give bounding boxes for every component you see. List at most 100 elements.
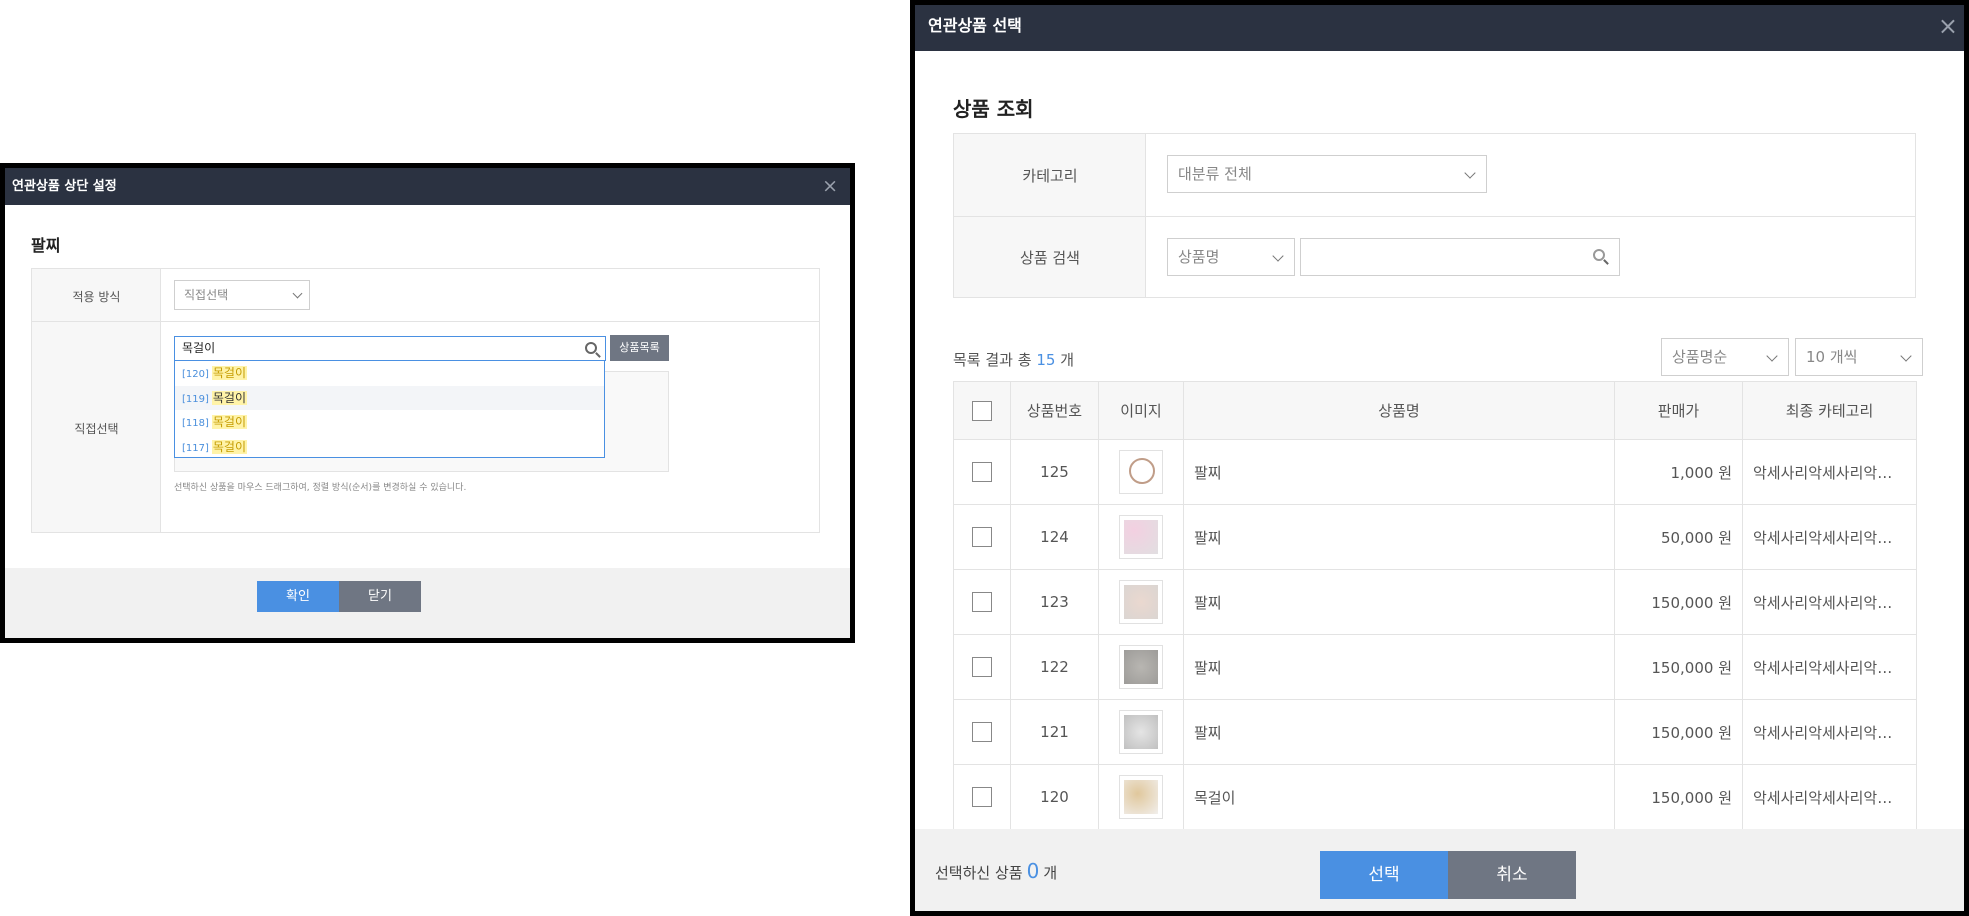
dialog-header: 연관상품 상단 설정 × — [5, 168, 850, 205]
category-value: 대분류 전체 — [1178, 165, 1252, 183]
sort-select[interactable]: 상품명순 — [1661, 338, 1789, 376]
product-search-label: 상품 검색 — [1020, 249, 1080, 267]
suggestion-label: 목걸이 — [211, 439, 248, 454]
column-header: 이미지 — [1098, 381, 1184, 440]
product-name: 목걸이 — [1183, 764, 1615, 830]
apply-method-select[interactable]: 직접선택 — [174, 280, 310, 310]
table-row[interactable]: 125 팔찌 1,000 원 악세사리악세사리악… — [953, 439, 1917, 505]
suggestion-item[interactable]: [120] 목걸이 — [175, 361, 604, 386]
product-image-cell — [1098, 634, 1184, 700]
row-checkbox[interactable] — [972, 462, 992, 482]
row-checkbox-cell — [953, 569, 1011, 635]
settings-table: 적용 방식 직접선택 직접선택 목걸이 상품목록 [120] 목걸이 [119] 목… — [31, 268, 820, 533]
product-thumbnail — [1119, 645, 1163, 689]
product-name: 팔찌 — [1183, 569, 1615, 635]
result-count: 목록 결과 총 15 개 — [953, 349, 1074, 370]
column-header: 판매가 — [1614, 381, 1743, 440]
suggestion-label: 목걸이 — [211, 390, 248, 405]
dialog-body: 상품 조회 카테고리 상품 검색 대분류 전체 상품명 목록 결과 총 15 개 — [915, 51, 1964, 830]
chevron-down-icon — [1900, 350, 1912, 362]
table-row[interactable]: 121 팔찌 150,000 원 악세사리악세사리악… — [953, 699, 1917, 765]
product-price: 150,000 원 — [1614, 764, 1743, 830]
necklace-image — [1124, 780, 1158, 814]
per-page-select[interactable]: 10 개씩 — [1795, 338, 1923, 376]
category-select[interactable]: 대분류 전체 — [1167, 155, 1487, 193]
selected-prefix: 선택하신 상품 — [935, 864, 1023, 882]
product-thumbnail — [1119, 580, 1163, 624]
chevron-down-icon — [1766, 350, 1778, 362]
close-button[interactable]: 닫기 — [339, 581, 421, 612]
table-row[interactable]: 124 팔찌 50,000 원 악세사리악세사리악… — [953, 504, 1917, 570]
row-checkbox[interactable] — [972, 592, 992, 612]
product-image-cell — [1098, 764, 1184, 830]
product-search-input[interactable] — [1300, 238, 1620, 276]
suggestion-item[interactable]: [118] 목걸이 — [175, 410, 604, 435]
row-checkbox[interactable] — [972, 527, 992, 547]
product-thumbnail — [1119, 710, 1163, 754]
product-price: 150,000 원 — [1614, 634, 1743, 700]
product-table: 상품번호 이미지 상품명 판매가 최종 카테고리 125 팔찌 1,000 원 … — [953, 381, 1917, 830]
section-title: 팔찌 — [31, 236, 61, 255]
row-checkbox-cell — [953, 699, 1011, 765]
product-category: 악세사리악세사리악… — [1742, 634, 1917, 700]
category-label: 카테고리 — [1022, 167, 1078, 185]
chevron-down-icon — [292, 288, 303, 299]
bracelet-image — [1124, 585, 1158, 619]
search-type-value: 상품명 — [1178, 248, 1220, 266]
bracelet-image — [1124, 520, 1158, 554]
product-number: 120 — [1010, 764, 1099, 830]
suggestion-item[interactable]: [117] 목걸이 — [175, 435, 604, 460]
row-checkbox[interactable] — [972, 787, 992, 807]
suggestion-item[interactable]: [119] 목걸이 — [175, 385, 604, 410]
result-suffix: 개 — [1060, 351, 1075, 369]
product-image-cell — [1098, 439, 1184, 505]
product-number: 121 — [1010, 699, 1099, 765]
row-checkbox[interactable] — [972, 722, 992, 742]
product-category: 악세사리악세사리악… — [1742, 504, 1917, 570]
selected-suffix: 개 — [1043, 864, 1058, 882]
search-icon[interactable] — [585, 342, 597, 354]
product-category: 악세사리악세사리악… — [1742, 439, 1917, 505]
confirm-button[interactable]: 확인 — [257, 581, 339, 612]
row-checkbox-cell — [953, 504, 1011, 570]
product-number: 122 — [1010, 634, 1099, 700]
search-type-select[interactable]: 상품명 — [1167, 238, 1295, 276]
search-icon[interactable] — [1593, 249, 1605, 261]
suggestion-label: 목걸이 — [211, 415, 248, 429]
table-header-row: 상품번호 이미지 상품명 판매가 최종 카테고리 — [953, 381, 1917, 440]
select-all-cell — [953, 381, 1011, 440]
row-divider — [32, 321, 819, 322]
autocomplete-dropdown: [120] 목걸이 [119] 목걸이 [118] 목걸이 [117] 목걸이 — [174, 360, 605, 458]
cancel-button[interactable]: 취소 — [1448, 851, 1576, 899]
product-thumbnail — [1119, 775, 1163, 819]
table-row[interactable]: 120 목걸이 150,000 원 악세사리악세사리악… — [953, 764, 1917, 830]
product-number: 123 — [1010, 569, 1099, 635]
table-row[interactable]: 123 팔찌 150,000 원 악세사리악세사리악… — [953, 569, 1917, 635]
product-list-button[interactable]: 상품목록 — [610, 335, 669, 361]
result-prefix: 목록 결과 총 — [953, 351, 1032, 369]
table-row[interactable]: 122 팔찌 150,000 원 악세사리악세사리악… — [953, 634, 1917, 700]
product-image-cell — [1098, 504, 1184, 570]
row-checkbox-cell — [953, 764, 1011, 830]
product-name: 팔찌 — [1183, 699, 1615, 765]
row-checkbox[interactable] — [972, 657, 992, 677]
dialog-header: 연관상품 선택 × — [915, 5, 1964, 51]
close-icon[interactable]: × — [822, 168, 838, 205]
product-thumbnail — [1119, 450, 1163, 494]
column-header: 상품번호 — [1010, 381, 1099, 440]
product-search-input[interactable]: 목걸이 — [174, 336, 606, 361]
product-price: 1,000 원 — [1614, 439, 1743, 505]
apply-method-value: 직접선택 — [184, 288, 229, 302]
bracelet-image — [1129, 458, 1155, 484]
chevron-down-icon — [1464, 167, 1476, 179]
dialog-footer: 확인 닫기 — [5, 568, 850, 638]
select-button[interactable]: 선택 — [1320, 851, 1448, 899]
column-header: 최종 카테고리 — [1742, 381, 1917, 440]
select-all-checkbox[interactable] — [972, 400, 992, 421]
product-name: 팔찌 — [1183, 634, 1615, 700]
row-checkbox-cell — [953, 634, 1011, 700]
product-name: 팔찌 — [1183, 439, 1615, 505]
result-count-number: 15 — [1036, 351, 1056, 369]
close-icon[interactable]: × — [1938, 5, 1958, 47]
row-divider — [954, 216, 1915, 217]
